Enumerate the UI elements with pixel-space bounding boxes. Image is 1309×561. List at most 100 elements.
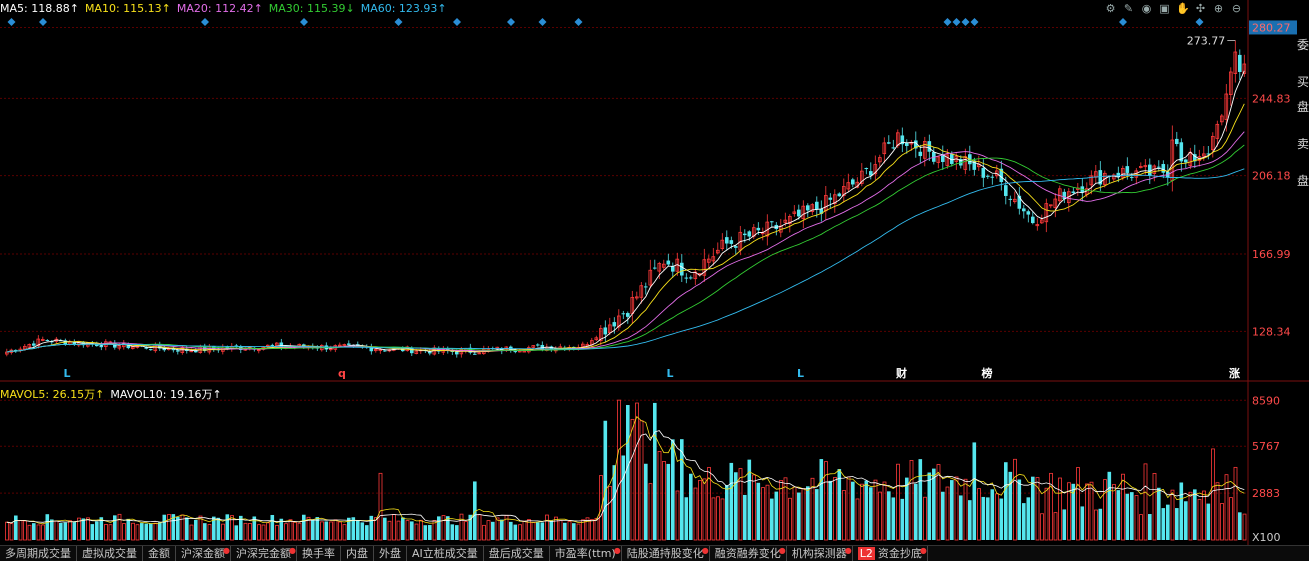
volume-bar (837, 469, 842, 540)
volume-bar (162, 514, 167, 540)
volume-bar (324, 521, 329, 540)
volume-bar (234, 525, 239, 540)
volume-bar (1076, 467, 1080, 541)
tab-13[interactable]: 机构探测器 ● (787, 546, 853, 561)
tab-10[interactable]: 市盈率(ttm) ● (550, 546, 622, 561)
volume-bar (950, 480, 954, 540)
volume-bar (702, 478, 707, 541)
tab-11[interactable]: 陆股通持股变化 ● (622, 546, 710, 561)
volume-bar (788, 497, 792, 541)
volume-bar (536, 522, 540, 540)
tab-1[interactable]: 虚拟成交量 (77, 546, 143, 561)
candle-body (513, 351, 518, 353)
volume-bar (513, 524, 518, 540)
volume-bar (288, 519, 293, 541)
high-price-label: 273.77 (1187, 34, 1226, 47)
new-dot-icon: ● (613, 546, 621, 555)
candlesticks (5, 40, 1247, 358)
settings-icon[interactable]: ⚙ (1104, 2, 1117, 15)
volume-bar (500, 519, 504, 540)
volume-bar (509, 521, 513, 540)
volume-bar (414, 523, 419, 541)
volume-bar (990, 489, 995, 540)
candle-body (347, 343, 351, 345)
volume-bar (1242, 513, 1247, 541)
volume-bar (671, 439, 675, 540)
volume-bar (860, 483, 864, 541)
volume-unit-label: X100 (1252, 531, 1281, 544)
volume-bar (419, 519, 423, 541)
volume-bar (158, 522, 162, 540)
hand-icon[interactable]: ✋ (1176, 2, 1190, 15)
zoom-in-icon[interactable]: ⊕ (1212, 2, 1225, 15)
tab-0[interactable]: 多周期成交量 (0, 546, 77, 561)
volume-bar (63, 522, 68, 540)
volume-bar (567, 521, 572, 541)
signal-diamond-icon (943, 18, 952, 26)
candle-body (684, 277, 689, 279)
brush-icon[interactable]: ✎ (1122, 2, 1135, 15)
volume-bar (945, 486, 950, 541)
volume-bar (108, 524, 113, 541)
volume-bar (1161, 508, 1166, 540)
volume-bar (329, 521, 333, 541)
volume-axis-label: 5767 (1252, 440, 1280, 453)
volume-bar (878, 491, 882, 541)
volume-bar (729, 462, 734, 540)
volume-bar (1211, 448, 1215, 541)
tab-14[interactable]: L2 资金抄底 ● (853, 546, 928, 561)
volume-bar (311, 520, 315, 540)
tab-2[interactable]: 金额 (143, 546, 176, 561)
event-label: L (667, 367, 674, 380)
candle-body (927, 141, 932, 152)
volume-bar (684, 497, 689, 540)
tab-12[interactable]: 融资融券变化 ● (710, 546, 787, 561)
volume-bar (338, 521, 342, 541)
indicator-tabs: 多周期成交量 虚拟成交量 金额 沪深金额 ● 沪深完金额 ● 换手率 内盘 外盘 AI立桩成交量 盘后… (0, 545, 1309, 561)
volume-bar (167, 514, 171, 541)
candle-body (1175, 138, 1179, 144)
volume-bar (396, 520, 401, 541)
eye-icon[interactable]: ◉ (1140, 2, 1153, 15)
ma-legend-item: MA10: 115.13↑ (84, 2, 171, 15)
bag-icon[interactable]: ▣ (1158, 2, 1171, 15)
tab-label: 融资融券变化 (714, 547, 781, 560)
drag-icon[interactable]: ✣ (1194, 2, 1207, 15)
volume-bar (5, 521, 9, 541)
volume-bar (657, 451, 662, 541)
signal-diamond-icon (1119, 18, 1127, 26)
volume-bar (1022, 503, 1026, 540)
tab-8[interactable]: AI立桩成交量 (407, 546, 484, 561)
tab-6[interactable]: 内盘 (341, 546, 374, 561)
candle-body (99, 345, 104, 348)
volume-bar (1175, 508, 1179, 540)
tab-9[interactable]: 盘后成交量 (484, 546, 550, 561)
volume-bar (833, 477, 837, 541)
tab-3[interactable]: 沪深金额 ● (176, 546, 231, 561)
tab-7[interactable]: 外盘 (374, 546, 407, 561)
volume-bar (914, 483, 918, 540)
stock-chart[interactable]: 273.77 280.27 244.83 206.18 166.99 128.34 8590… (0, 0, 1309, 545)
price-axis-label: 244.83 (1252, 92, 1291, 105)
volume-bar (293, 521, 297, 541)
tab-5[interactable]: 换手率 (297, 546, 341, 561)
volume-bar (828, 480, 833, 540)
volume-bar (923, 496, 927, 541)
candle-body (149, 349, 153, 351)
volume-bar (266, 522, 270, 541)
ma-legend-item: MA5: 118.88↑ (0, 2, 79, 15)
volume-bar (153, 522, 158, 541)
tab-label: 陆股通持股变化 (626, 547, 704, 560)
volume-bar (261, 524, 266, 541)
volume-bar (1139, 514, 1143, 541)
volume-bar (1206, 503, 1211, 540)
volume-bar (770, 498, 774, 540)
volume-bar (896, 463, 900, 541)
volume-bar (792, 486, 797, 541)
candle-body (1026, 211, 1031, 215)
order-book-label: 买 (1297, 75, 1309, 89)
zoom-out-icon[interactable]: ⊖ (1230, 2, 1243, 15)
candle-body (1130, 176, 1134, 178)
tab-4[interactable]: 沪深完金额 ● (231, 546, 297, 561)
candle-body (383, 350, 387, 352)
